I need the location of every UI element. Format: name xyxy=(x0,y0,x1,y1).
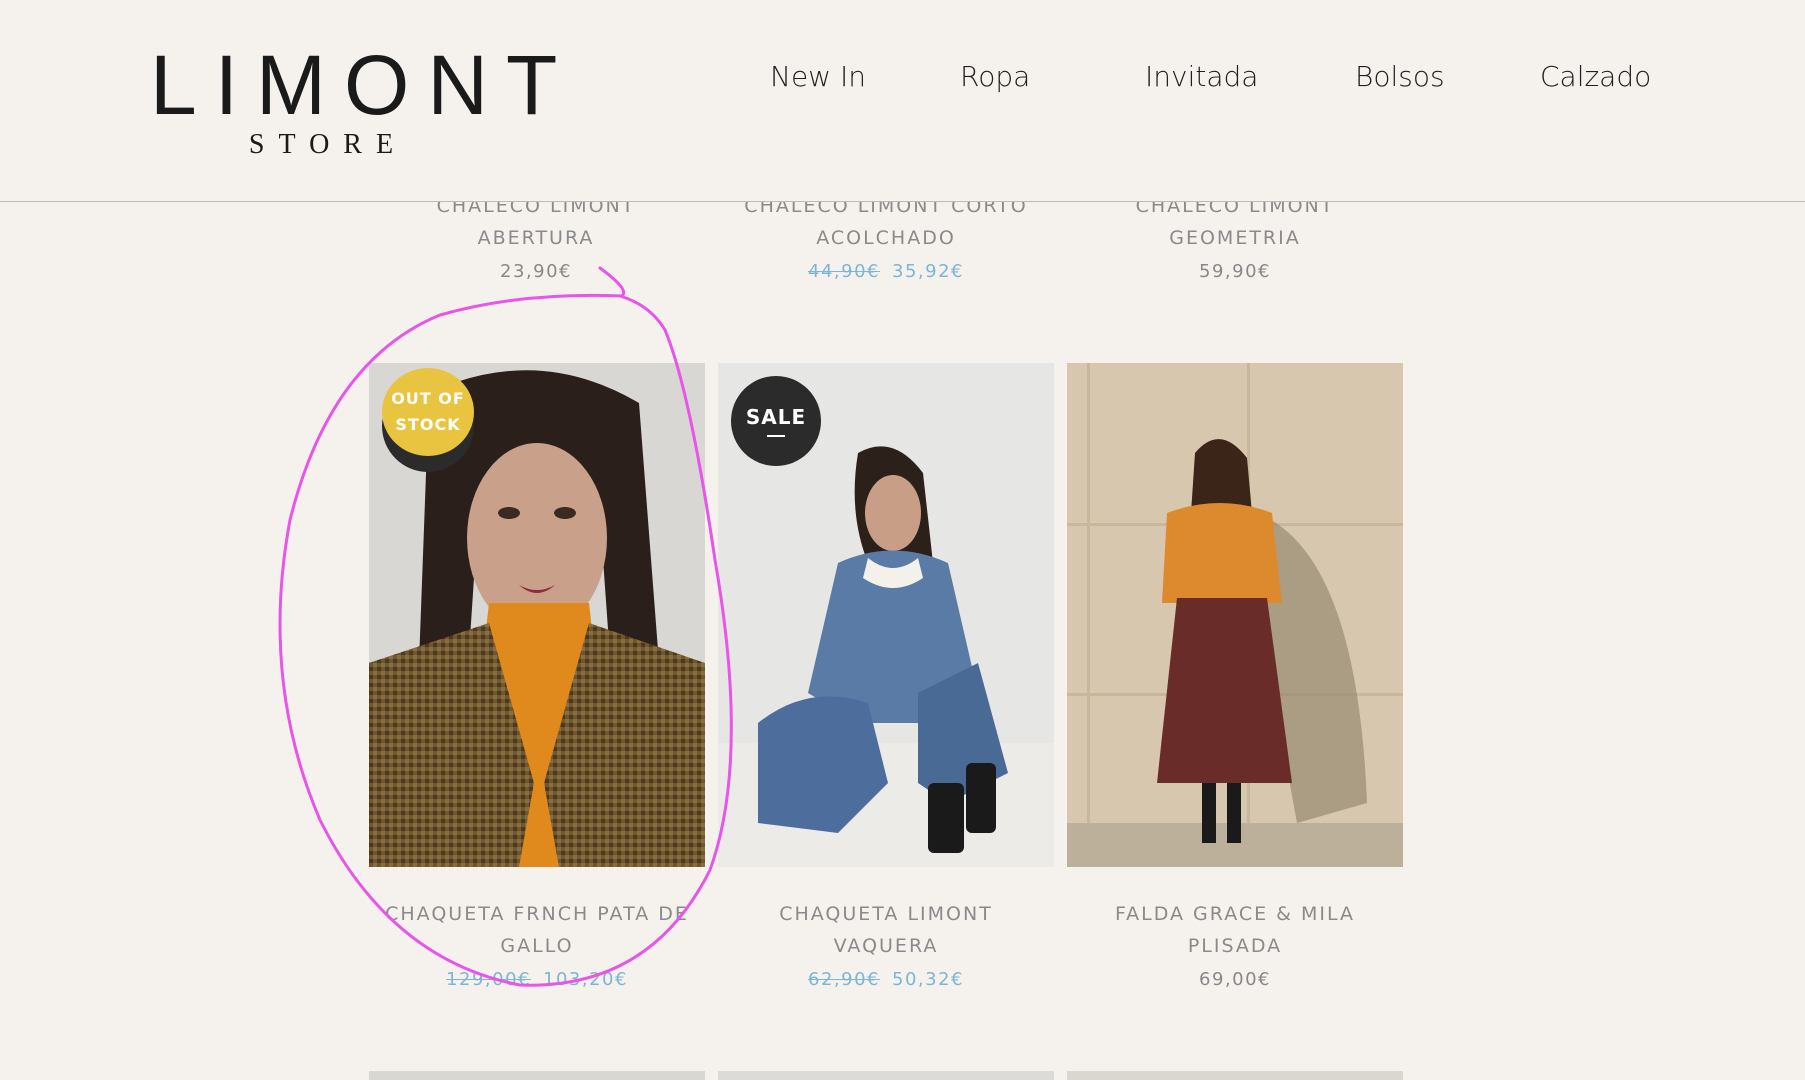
product-name-line2: GEOMETRIA xyxy=(1169,227,1301,249)
next-product-image[interactable] xyxy=(369,1071,705,1080)
sale-price: 35,92€ xyxy=(892,261,964,282)
sale-price: 50,32€ xyxy=(892,969,964,990)
out-of-stock-badge: OUT OF STOCK xyxy=(382,368,474,456)
product-price: 62,90€ 50,32€ xyxy=(716,964,1056,996)
product-price: 69,00€ xyxy=(1199,969,1271,990)
nav-item-invitada[interactable]: Invitada xyxy=(1145,60,1258,93)
nav-item-ropa[interactable]: Ropa xyxy=(960,60,1030,93)
store-logo[interactable]: LIMONT STORE xyxy=(138,40,557,160)
next-product-image[interactable] xyxy=(1067,1071,1403,1080)
nav-item-bolsos[interactable]: Bolsos xyxy=(1355,60,1445,93)
site-header: LIMONT STORE New In Ropa Invitada Bolsos… xyxy=(0,0,1805,202)
product-name-line1: FALDA GRACE & MILA xyxy=(1114,903,1356,925)
product-info-chaleco-corto[interactable]: CHALECO LIMONT CORTO ACOLCHADO 44,90€ 35,… xyxy=(716,190,1056,288)
badge-underline xyxy=(767,435,785,437)
badge-text-line1: OUT OF xyxy=(391,389,465,408)
product-info-chaleco-abertura[interactable]: CHALECO LIMONT ABERTURA 23,90€ xyxy=(366,190,706,288)
next-product-image[interactable] xyxy=(718,1071,1054,1080)
product-name-line2: ABERTURA xyxy=(477,227,595,249)
product-info-falda-plisada[interactable]: FALDA GRACE & MILA PLISADA 69,00€ xyxy=(1065,898,1405,996)
product-name-line2: VAQUERA xyxy=(833,935,939,957)
product-image-falda-plisada[interactable] xyxy=(1067,363,1403,867)
skirt-photo xyxy=(1067,363,1403,867)
product-name-line2: GALLO xyxy=(500,935,574,957)
product-name-line1: CHAQUETA FRNCH PATA DE xyxy=(385,903,689,925)
old-price: 129,00€ xyxy=(446,969,531,990)
product-price: 23,90€ xyxy=(500,261,572,282)
nav-item-new-in[interactable]: New In xyxy=(770,60,866,93)
old-price: 44,90€ xyxy=(808,261,880,282)
main-nav: New In Ropa Invitada Bolsos Calzado xyxy=(0,60,1805,100)
product-image-chaqueta-vaquera[interactable]: SALE xyxy=(718,363,1054,867)
logo-subtitle: STORE xyxy=(248,129,408,160)
product-info-chaqueta-pata-de-gallo[interactable]: CHAQUETA FRNCH PATA DE GALLO 129,00€ 103,… xyxy=(367,898,707,996)
sale-price: 103,20€ xyxy=(543,969,628,990)
product-name-line2: ACOLCHADO xyxy=(816,227,956,249)
product-price: 44,90€ 35,92€ xyxy=(716,256,1056,288)
sale-badge-text: SALE xyxy=(745,405,807,429)
product-name-line2: PLISADA xyxy=(1187,935,1283,957)
nav-item-calzado[interactable]: Calzado xyxy=(1540,60,1651,93)
product-image-chaqueta-pata-de-gallo[interactable]: OUT OF STOCK xyxy=(369,363,705,867)
product-info-chaleco-geometria[interactable]: CHALECO LIMONT GEOMETRIA 59,90€ xyxy=(1065,190,1405,288)
product-price: 59,90€ xyxy=(1199,261,1271,282)
product-price: 129,00€ 103,20€ xyxy=(367,964,707,996)
product-name-line1: CHAQUETA LIMONT xyxy=(779,903,993,925)
badge-text-line2: STOCK xyxy=(395,415,461,434)
product-info-chaqueta-vaquera[interactable]: CHAQUETA LIMONT VAQUERA 62,90€ 50,32€ xyxy=(716,898,1056,996)
old-price: 62,90€ xyxy=(808,969,880,990)
sale-badge: SALE xyxy=(731,376,821,466)
